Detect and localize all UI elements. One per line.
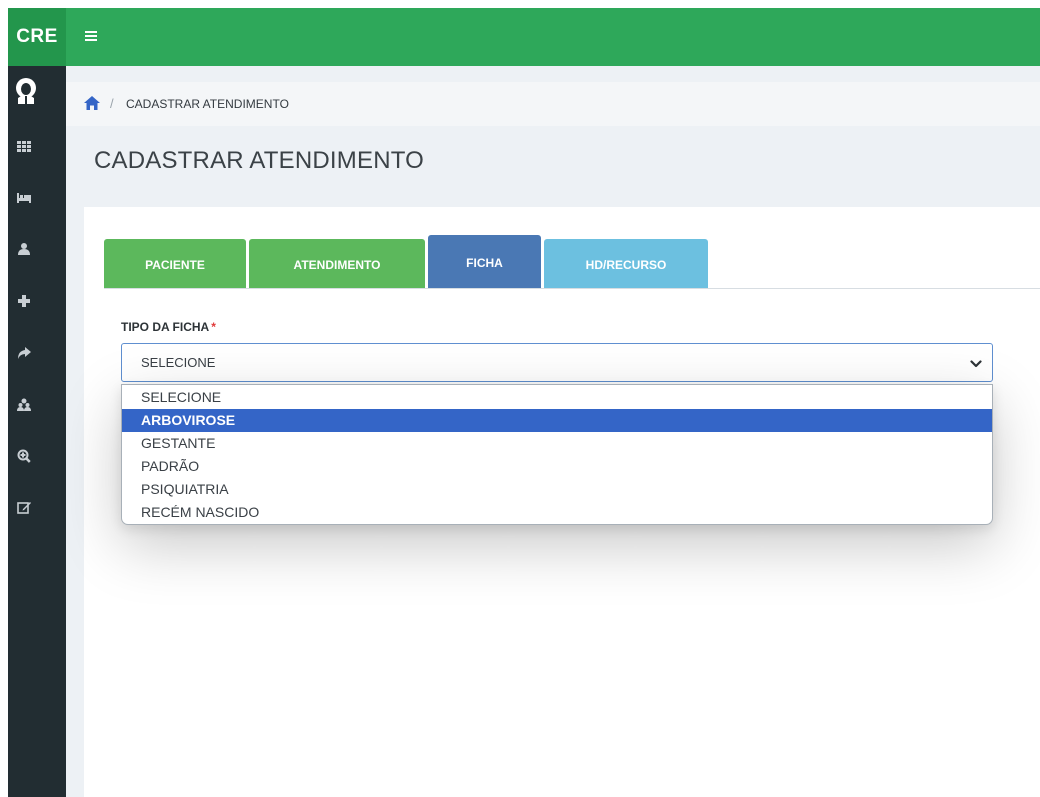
chevron-down-icon [970,357,982,369]
tab-divider [104,288,1040,289]
option-gestante[interactable]: GESTANTE [122,432,992,455]
user-icon[interactable] [17,242,31,256]
page-title: CADASTRAR ATENDIMENTO [94,147,425,174]
user-avatar-icon[interactable] [14,78,38,104]
tipo-ficha-dropdown: SELECIONE ARBOVIROSE GESTANTE PADRÃO PSI… [121,384,993,525]
tab-atendimento[interactable]: ATENDIMENTO [249,239,425,288]
option-psiquiatria[interactable]: PSIQUIATRIA [122,478,992,501]
tipo-ficha-select[interactable]: SELECIONE [121,343,993,382]
tab-paciente[interactable]: PACIENTE [104,239,246,288]
select-current-value: SELECIONE [141,355,216,370]
option-padrao[interactable]: PADRÃO [122,455,992,478]
breadcrumb: / CADASTRAR ATENDIMENTO [66,82,1040,126]
brand-logo[interactable]: CRE [8,8,66,66]
option-recem-nascido[interactable]: RECÉM NASCIDO [122,501,992,524]
zoom-in-icon[interactable] [17,449,31,463]
option-arbovirose[interactable]: ARBOVIROSE [122,409,992,432]
required-mark: * [211,320,216,334]
home-icon[interactable] [83,95,101,111]
edit-icon[interactable] [17,500,31,514]
breadcrumb-current: CADASTRAR ATENDIMENTO [126,97,289,111]
option-selecione[interactable]: SELECIONE [122,386,992,409]
menu-toggle-icon[interactable] [85,30,97,42]
breadcrumb-separator: / [110,96,114,111]
tab-hd-recurso[interactable]: HD/RECURSO [544,239,708,288]
plus-icon[interactable] [17,294,31,308]
top-navbar: CRE [8,8,1040,66]
sidebar [8,66,66,797]
bed-icon[interactable] [17,190,31,204]
tipo-ficha-label-text: TIPO DA FICHA [121,320,210,334]
users-icon[interactable] [17,398,31,412]
tipo-ficha-label: TIPO DA FICHA * [121,319,216,335]
tab-ficha[interactable]: FICHA [428,235,541,288]
share-icon[interactable] [17,346,31,360]
grid-icon[interactable] [17,139,31,153]
